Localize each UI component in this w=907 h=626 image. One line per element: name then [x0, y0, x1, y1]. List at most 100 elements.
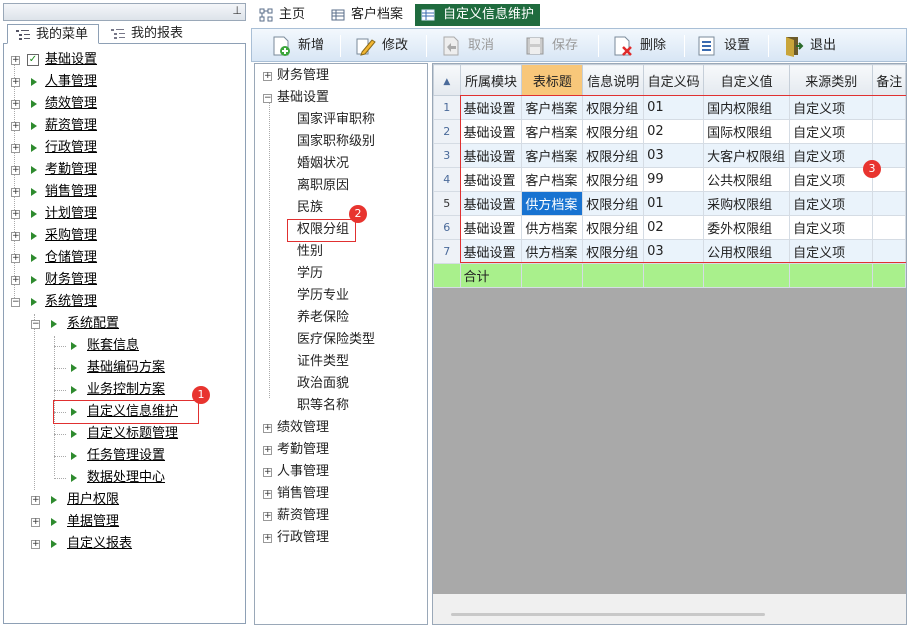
- tree-node-module[interactable]: + 用户权限: [31, 490, 221, 510]
- tree-node-module[interactable]: + 财务管理: [11, 270, 211, 290]
- tree-node-label: 学历: [297, 266, 324, 281]
- expand-icon[interactable]: +: [263, 424, 272, 433]
- tree-node-module[interactable]: − 系统管理: [11, 292, 211, 312]
- tree-leaf[interactable]: 账套信息: [54, 336, 224, 356]
- row-number[interactable]: 4: [433, 167, 461, 192]
- horizontal-scrollbar[interactable]: [433, 594, 906, 624]
- tab-my-report[interactable]: 我的报表: [103, 24, 203, 44]
- mid-tree-leaf[interactable]: 政治面貌: [297, 374, 417, 394]
- mid-tree-node[interactable]: + 人事管理: [263, 462, 423, 482]
- mid-tree-node[interactable]: + 销售管理: [263, 484, 423, 504]
- expand-icon[interactable]: +: [31, 496, 40, 505]
- tree-leaf[interactable]: 基础编码方案: [54, 358, 224, 378]
- mid-tree-leaf[interactable]: 学历: [297, 264, 417, 284]
- expand-icon[interactable]: +: [11, 78, 20, 87]
- exit-button[interactable]: 退出: [782, 33, 848, 59]
- tree-leaf[interactable]: 数据处理中心: [54, 468, 224, 488]
- collapse-icon[interactable]: −: [11, 298, 20, 307]
- mid-tree-node[interactable]: + 考勤管理: [263, 440, 423, 460]
- row-number[interactable]: 7: [433, 239, 461, 264]
- delete-button[interactable]: 删除: [612, 33, 678, 59]
- mid-tree-node[interactable]: + 薪资管理: [263, 506, 423, 526]
- mid-tree-node[interactable]: − 基础设置: [263, 88, 423, 108]
- mid-tree-node[interactable]: + 行政管理: [263, 528, 423, 548]
- expand-icon[interactable]: +: [263, 490, 272, 499]
- mid-tree-leaf[interactable]: 离职原因: [297, 176, 417, 196]
- mid-tree-leaf[interactable]: 学历专业: [297, 286, 417, 306]
- tree-node-module[interactable]: + 考勤管理: [11, 160, 211, 180]
- expand-icon[interactable]: +: [11, 232, 20, 241]
- tree-node-module[interactable]: + 销售管理: [11, 182, 211, 202]
- expand-icon[interactable]: +: [11, 254, 20, 263]
- mid-tree-leaf[interactable]: 国家评审职称: [297, 110, 417, 130]
- tree-node-module[interactable]: + 行政管理: [11, 138, 211, 158]
- mid-tree-leaf[interactable]: 医疗保险类型: [297, 330, 417, 350]
- save-disk-icon: [526, 37, 544, 55]
- save-button[interactable]: 保存: [524, 33, 590, 59]
- tree-node-base-settings[interactable]: + ✓ 基础设置: [11, 50, 211, 70]
- tree-node-module[interactable]: + 绩效管理: [11, 94, 211, 114]
- pin-icon[interactable]: ⊥: [232, 4, 242, 17]
- tree-leaf[interactable]: 自定义标题管理: [54, 424, 224, 444]
- row-number[interactable]: 3: [433, 143, 461, 168]
- tree-node-module[interactable]: + 人事管理: [11, 72, 211, 92]
- collapse-icon[interactable]: −: [263, 94, 272, 103]
- expand-icon[interactable]: +: [263, 534, 272, 543]
- col-header[interactable]: 自定义值: [703, 64, 791, 96]
- mid-tree-leaf[interactable]: 职等名称: [297, 396, 417, 416]
- row-number[interactable]: 6: [433, 215, 461, 240]
- row-number[interactable]: 5: [433, 191, 461, 216]
- table-cell: [643, 263, 705, 288]
- mid-tree-leaf[interactable]: 证件类型: [297, 352, 417, 372]
- tab-home[interactable]: 主页: [257, 4, 321, 26]
- expand-icon[interactable]: +: [11, 122, 20, 131]
- expand-icon[interactable]: +: [263, 72, 272, 81]
- tab-customer-file[interactable]: 客户档案: [329, 4, 413, 26]
- expand-icon[interactable]: +: [11, 100, 20, 109]
- expand-icon[interactable]: +: [11, 166, 20, 175]
- expand-icon[interactable]: +: [263, 512, 272, 521]
- tree-node-module[interactable]: + 薪资管理: [11, 116, 211, 136]
- tree-node-module[interactable]: + 计划管理: [11, 204, 211, 224]
- tree-node-module[interactable]: + 仓储管理: [11, 248, 211, 268]
- expand-icon[interactable]: +: [263, 468, 272, 477]
- mid-tree-leaf[interactable]: 国家职称级别: [297, 132, 417, 152]
- expand-icon[interactable]: +: [31, 518, 40, 527]
- tab-my-menu[interactable]: 我的菜单: [7, 24, 99, 44]
- new-button[interactable]: 新增: [270, 33, 336, 59]
- check-icon[interactable]: ✓: [27, 54, 39, 66]
- tree-node-label: 人事管理: [45, 74, 98, 89]
- col-header[interactable]: 自定义码: [643, 64, 705, 96]
- tree-leaf[interactable]: 任务管理设置: [54, 446, 224, 466]
- expand-icon[interactable]: +: [11, 188, 20, 197]
- col-header[interactable]: 来源类别: [789, 64, 874, 96]
- collapse-icon[interactable]: −: [31, 320, 40, 329]
- tree-node-module[interactable]: + 采购管理: [11, 226, 211, 246]
- col-header[interactable]: 信息说明: [582, 64, 645, 96]
- mid-tree-leaf[interactable]: 婚姻状况: [297, 154, 417, 174]
- expand-icon[interactable]: +: [11, 56, 20, 65]
- expand-icon[interactable]: +: [11, 210, 20, 219]
- tree-node-system-config[interactable]: − 系统配置: [31, 314, 221, 334]
- tab-custom-info[interactable]: 自定义信息维护: [415, 4, 540, 26]
- mid-tree-node[interactable]: + 财务管理: [263, 66, 423, 86]
- expand-icon[interactable]: +: [11, 276, 20, 285]
- tree-node-module[interactable]: + 自定义报表: [31, 534, 221, 554]
- mid-tree-leaf[interactable]: 养老保险: [297, 308, 417, 328]
- expand-icon[interactable]: +: [31, 540, 40, 549]
- scrollbar-thumb[interactable]: [451, 613, 765, 616]
- expand-icon[interactable]: +: [263, 446, 272, 455]
- col-header[interactable]: 表标题: [521, 64, 584, 96]
- row-number[interactable]: 2: [433, 119, 461, 144]
- edit-button[interactable]: 修改: [354, 33, 420, 59]
- col-header[interactable]: 所属模块: [459, 64, 523, 96]
- col-header[interactable]: 备注: [872, 64, 906, 96]
- tree-node-module[interactable]: + 单据管理: [31, 512, 221, 532]
- cancel-button[interactable]: 取消: [440, 33, 506, 59]
- mid-tree-node[interactable]: + 绩效管理: [263, 418, 423, 438]
- row-number[interactable]: 1: [433, 95, 461, 120]
- row-number-header[interactable]: ▲: [433, 64, 461, 96]
- expand-icon[interactable]: +: [11, 144, 20, 153]
- settings-button[interactable]: 设置: [696, 33, 762, 59]
- mid-tree-leaf[interactable]: 性别: [297, 242, 417, 262]
